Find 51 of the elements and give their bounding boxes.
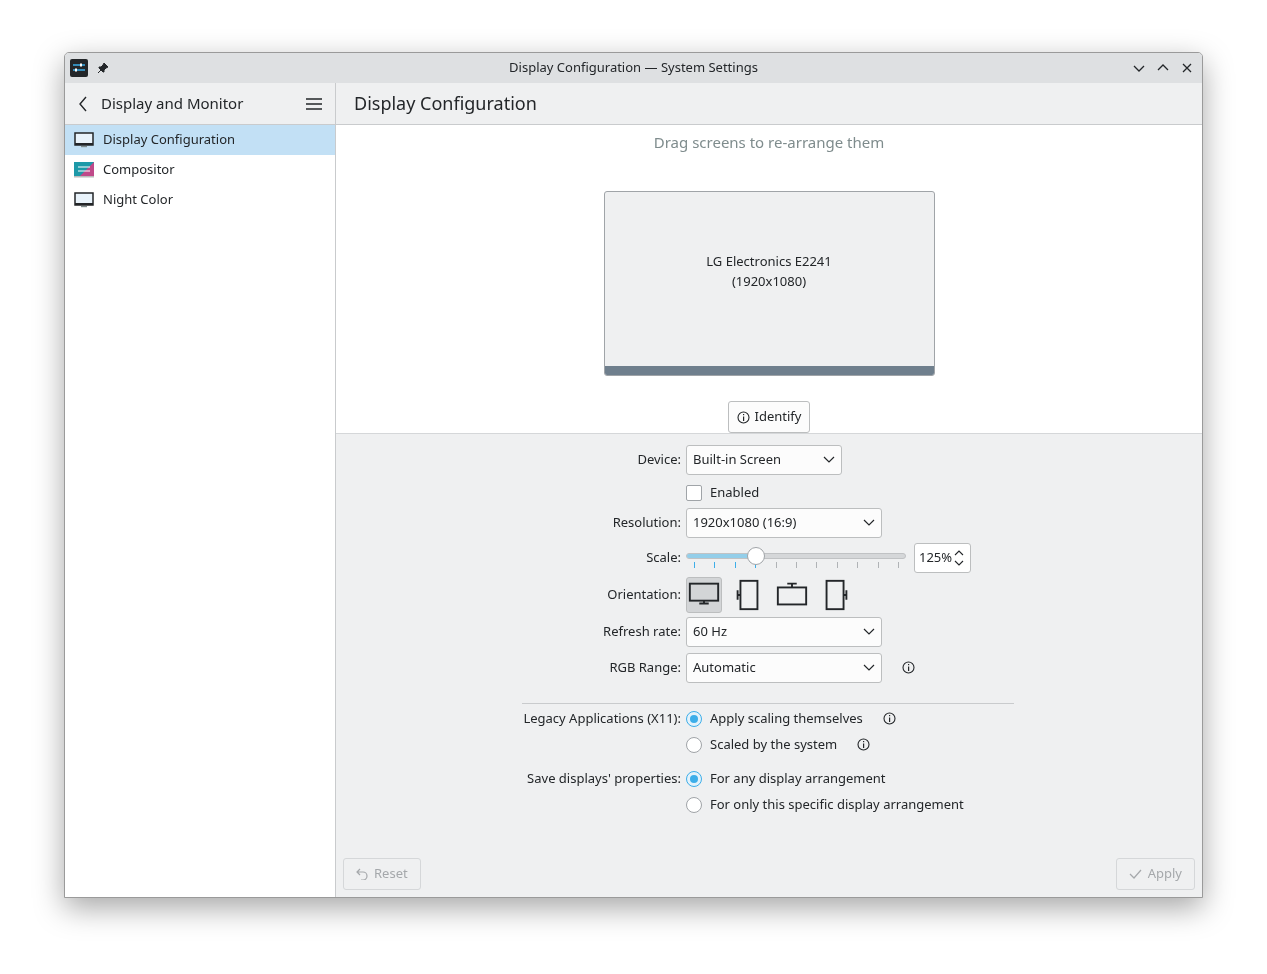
identify-button[interactable]: Identify [727,401,811,433]
dropdown[interactable]: 60 Hz [686,616,882,647]
field-label: Scale: [646,547,681,566]
page-title: Display Configuration [354,90,537,117]
undo-icon [356,868,368,880]
field-label: Orientation: [607,584,681,603]
chevron-down-icon [863,663,875,672]
screen-preview[interactable]: LG Electronics E2241 (1920x1080) [603,190,935,377]
window-title: Display Configuration — System Settings [509,58,758,78]
monitor-icon [74,192,94,208]
radio-label: For only this specific display arrangement [710,794,964,815]
checkbox[interactable] [686,484,702,501]
radio-label: For any display arrangement [710,768,886,789]
slider-handle[interactable] [747,546,766,565]
info-icon [736,410,750,424]
orientation-button[interactable] [686,576,722,613]
field-label: RGB Range: [609,657,681,676]
sidebar-item[interactable]: Display Configuration [65,125,335,155]
screen-resolution: (1920x1080) [731,271,807,292]
radio-label: Scaled by the system [710,734,838,755]
chevron-down-icon [863,518,875,527]
radio-button[interactable] [686,770,702,787]
checkmark-icon [1128,868,1142,880]
field-label: Legacy Applications (X11): [523,708,681,727]
field-label: Save displays' properties: [527,768,681,787]
field-label: Resolution: [612,512,681,531]
hint-text: Drag screens to re-arrange them [653,131,885,154]
info-icon[interactable] [882,712,896,725]
info-icon[interactable] [857,738,871,751]
dropdown[interactable]: Automatic [686,652,882,683]
field-label: Device: [637,450,681,469]
field-label: Refresh rate: [603,621,681,640]
radio-button[interactable] [686,796,702,813]
sidebar-title: Display and Monitor [101,92,244,115]
back-icon[interactable] [77,94,89,113]
radio-label: Apply scaling themselves [710,708,863,729]
checkbox-label: Enabled [710,483,760,503]
app-icon[interactable] [70,59,88,77]
screen-name: LG Electronics E2241 [706,252,832,272]
chevron-down-icon [823,456,835,464]
pin-icon[interactable] [97,62,109,74]
dropdown[interactable]: Built-in Screen [686,445,842,475]
info-icon[interactable] [902,661,915,674]
radio-button[interactable] [686,736,702,753]
dropdown[interactable]: 1920x1080 (16:9) [686,507,882,538]
monitor-icon [74,132,94,148]
chevron-down-icon [863,627,875,636]
sliders-icon [74,162,94,178]
radio-button[interactable] [686,710,702,727]
menu-icon[interactable] [306,96,322,111]
scale-spinbox[interactable]: 125% [914,542,971,573]
